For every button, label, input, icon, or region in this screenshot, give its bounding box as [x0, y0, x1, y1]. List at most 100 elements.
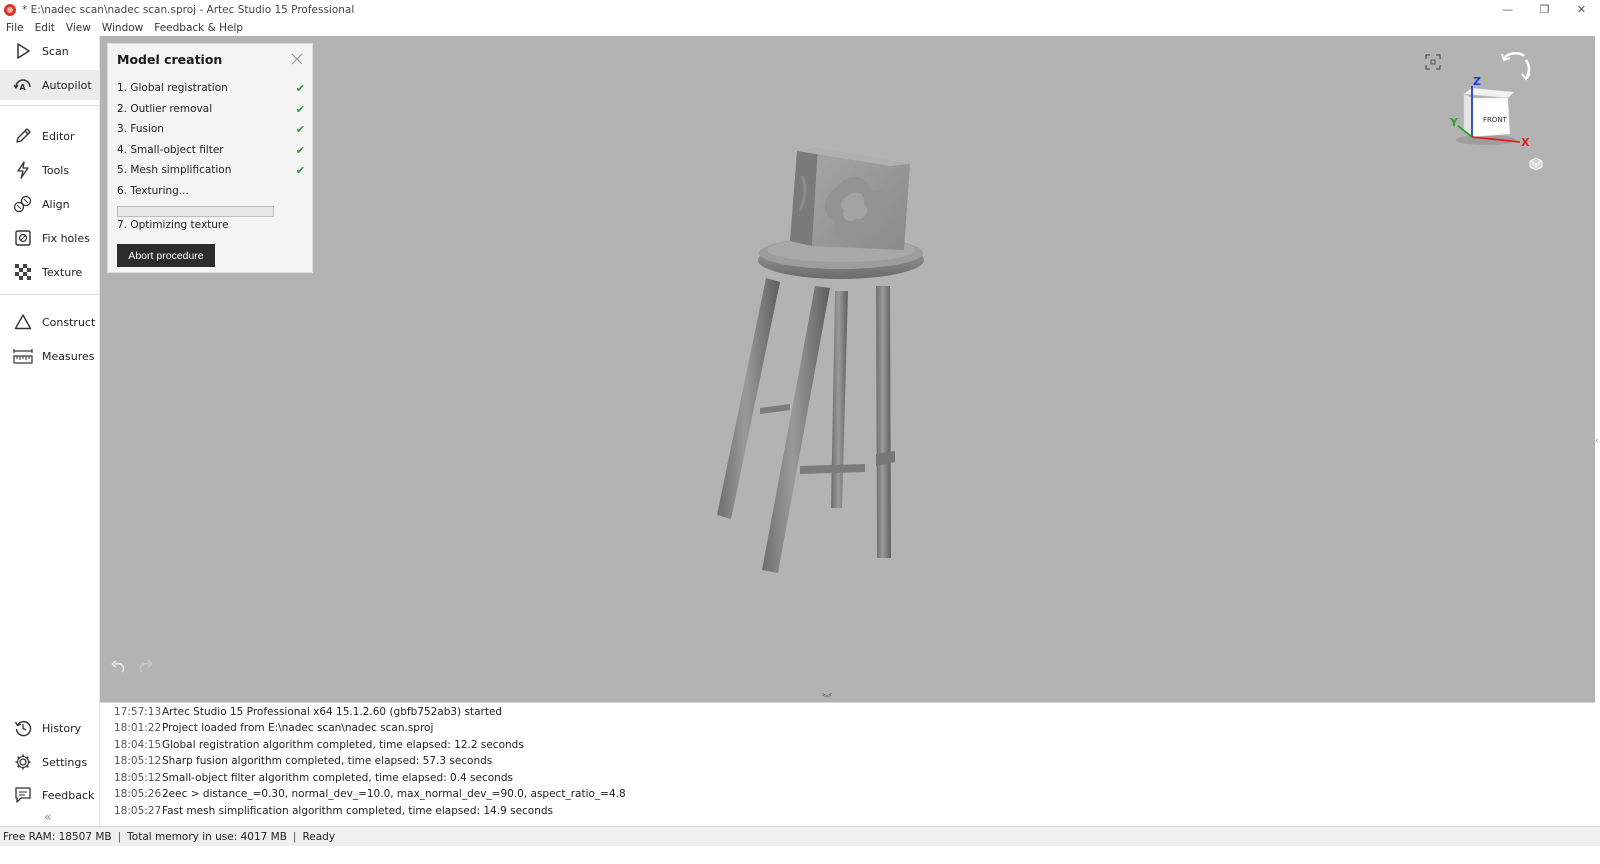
log-row: 18:05:12 Sharp fusion algorithm complete… [114, 753, 492, 769]
bottom-margin [0, 846, 1600, 864]
play-triangle-icon [13, 41, 33, 61]
toggle-log-button[interactable]: ︾ [822, 690, 832, 702]
sidebar-item-label: Measures [42, 349, 95, 363]
log-message: Project loaded from E:\nadec scan\nadec … [162, 722, 434, 734]
checkmark-icon: ✔ [295, 163, 305, 177]
cube-icon[interactable] [1529, 157, 1543, 174]
sidebar-item-label: Fix holes [42, 231, 90, 245]
log-time: 18:05:27 [114, 805, 162, 817]
step-label: 6. Texturing... [117, 185, 189, 197]
menu-feedback-help[interactable]: Feedback & Help [154, 22, 243, 34]
menu-edit[interactable]: Edit [35, 22, 55, 34]
log-time: 18:05:26 [114, 788, 162, 800]
menu-window[interactable]: Window [102, 22, 143, 34]
sidebar-item-measures[interactable]: Measures [0, 341, 100, 371]
collapse-sidebar-button[interactable]: « [44, 810, 51, 824]
step-label: 5. Mesh simplification [117, 164, 232, 176]
maximize-button[interactable]: ❐ [1526, 0, 1563, 19]
autopilot-icon: A [13, 75, 33, 95]
window-title: * E:\nadec scan\nadec scan.sproj - Artec… [22, 3, 355, 16]
sidebar-item-editor[interactable]: Editor [0, 121, 100, 151]
step-outlier-removal: 2. Outlier removal ✔ [117, 100, 305, 118]
checkmark-icon: ✔ [295, 122, 305, 136]
step-mesh-simplification: 5. Mesh simplification ✔ [117, 161, 305, 179]
axis-x-label: X [1521, 136, 1530, 149]
log-message: Fast mesh simplification algorithm compl… [162, 805, 554, 817]
left-sidebar: Scan A Autopilot Editor Tools Align Fix … [0, 36, 100, 844]
status-separator: | [292, 830, 297, 843]
menu-file[interactable]: File [6, 22, 24, 34]
app-logo-icon [4, 3, 16, 16]
window-controls: — ❐ ✕ [1489, 0, 1600, 19]
model-creation-panel: Model creation 1. Global registration ✔ … [107, 43, 313, 273]
log-row: 18:04:15 Global registration algorithm c… [114, 737, 524, 753]
sidebar-divider [0, 105, 100, 106]
log-time: 18:05:12 [114, 755, 162, 767]
free-ram-readout: Free RAM: 18507 MB [3, 830, 112, 843]
log-time: 17:57:13 [114, 706, 162, 718]
scanned-model [717, 148, 924, 573]
sidebar-item-label: Settings [42, 755, 88, 769]
close-button[interactable]: ✕ [1563, 0, 1600, 19]
status-separator: | [117, 830, 122, 843]
checker-icon [13, 262, 33, 282]
step-texturing: 6. Texturing... [117, 182, 305, 200]
sidebar-item-tools[interactable]: Tools [0, 155, 100, 185]
chat-icon [13, 785, 33, 805]
sidebar-item-label: History [42, 721, 82, 735]
sidebar-item-label: Texture [42, 265, 83, 279]
minimize-button[interactable]: — [1489, 0, 1526, 19]
log-message: Artec Studio 15 Professional x64 15.1.2.… [162, 706, 503, 718]
step-small-object-filter: 4. Small-object filter ✔ [117, 141, 305, 159]
log-message: 2eec > distance_=0.30, normal_dev_=10.0,… [162, 788, 626, 800]
view-cube[interactable]: FRONT Z X Y [1442, 74, 1532, 154]
step-optimizing-texture: 7. Optimizing texture [117, 216, 305, 234]
sidebar-item-settings[interactable]: Settings [0, 747, 100, 777]
ruler-icon [13, 346, 33, 366]
history-icon [13, 718, 33, 738]
log-message: Global registration algorithm completed,… [162, 739, 524, 751]
triangle-icon [13, 312, 33, 332]
log-time: 18:01:22 [114, 722, 162, 734]
menu-view[interactable]: View [66, 22, 91, 34]
sidebar-item-texture[interactable]: Texture [0, 257, 100, 287]
pencil-icon [13, 126, 33, 146]
step-label: 4. Small-object filter [117, 144, 224, 156]
sidebar-item-align[interactable]: Align [0, 189, 100, 219]
step-label: 2. Outlier removal [117, 103, 213, 115]
close-icon[interactable] [290, 52, 304, 66]
redo-icon[interactable] [136, 660, 154, 679]
gear-icon [13, 752, 33, 772]
sidebar-item-fix-holes[interactable]: Fix holes [0, 223, 100, 253]
checkmark-icon: ✔ [295, 143, 305, 157]
3d-viewport[interactable]: Model creation 1. Global registration ✔ … [100, 36, 1595, 702]
log-row: 18:05:12 Small-object filter algorithm c… [114, 770, 513, 786]
sidebar-item-feedback[interactable]: Feedback [0, 780, 100, 810]
total-memory-readout: Total memory in use: 4017 MB [127, 830, 287, 843]
svg-text:A: A [20, 83, 27, 92]
panel-title: Model creation [117, 52, 223, 67]
sidebar-item-autopilot[interactable]: A Autopilot [0, 70, 100, 100]
sidebar-item-construct[interactable]: Construct [0, 307, 100, 337]
title-bar: * E:\nadec scan\nadec scan.sproj - Artec… [0, 0, 1600, 19]
sidebar-item-label: Construct [42, 315, 96, 329]
step-fusion: 3. Fusion ✔ [117, 120, 305, 138]
log-row: 17:57:13 Artec Studio 15 Professional x6… [114, 704, 502, 720]
sidebar-item-label: Autopilot [42, 78, 92, 92]
right-panel-edge: ‹ [1595, 36, 1600, 844]
expand-right-icon[interactable]: ‹ [1595, 436, 1599, 446]
sidebar-item-label: Scan [42, 44, 69, 58]
step-global-registration: 1. Global registration ✔ [117, 79, 305, 97]
abort-procedure-button[interactable]: Abort procedure [117, 244, 215, 267]
sidebar-item-label: Feedback [42, 788, 95, 802]
sidebar-item-scan[interactable]: Scan [0, 36, 100, 66]
sidebar-divider [0, 294, 100, 295]
fix-holes-icon [13, 228, 33, 248]
sidebar-item-history[interactable]: History [0, 713, 100, 743]
step-label: 7. Optimizing texture [117, 219, 229, 231]
view-cube-face-label: FRONT [1483, 116, 1508, 124]
log-row: 18:05:27 Fast mesh simplification algori… [114, 803, 553, 819]
log-row: 18:01:22 Project loaded from E:\nadec sc… [114, 720, 433, 736]
undo-icon[interactable] [110, 660, 128, 679]
fit-view-icon[interactable] [1425, 54, 1441, 73]
